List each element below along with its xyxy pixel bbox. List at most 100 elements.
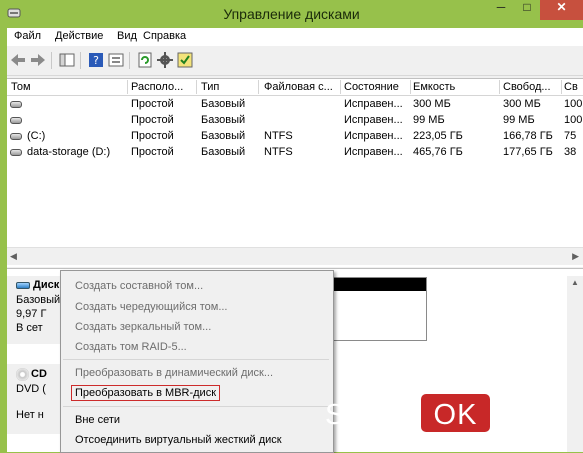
- toolbar-separator: [80, 52, 81, 69]
- cd-drive-icon: [16, 368, 29, 381]
- volume-layout: Простой: [131, 98, 174, 110]
- column-header-layout[interactable]: Располо...: [131, 81, 195, 93]
- menu-item-convert-to-mbr[interactable]: Преобразовать в MBR-диск: [71, 385, 221, 401]
- volume-capacity: 465,76 ГБ: [413, 146, 463, 158]
- volume-list-header: Том Располо... Тип Файловая с... Состоян…: [7, 79, 583, 96]
- refresh-icon[interactable]: [136, 51, 154, 69]
- volume-capacity: 223,05 ГБ: [413, 130, 463, 142]
- volume-free-percent: 100: [564, 98, 583, 110]
- toolbar-separator: [51, 52, 52, 69]
- volume-disk-icon: [10, 133, 22, 140]
- title-bar: Управление дисками ─ □ ✕: [0, 0, 583, 28]
- volume-free: 177,65 ГБ: [503, 146, 553, 158]
- menu-item-offline[interactable]: Вне сети: [75, 414, 120, 426]
- context-menu: Создать составной том... Создать чередую…: [60, 270, 334, 453]
- volume-filesystem: NTFS: [264, 130, 293, 142]
- disk-6-status: В сет: [16, 322, 43, 334]
- volume-free: 300 МБ: [503, 98, 541, 110]
- volume-name: (C:): [27, 130, 46, 142]
- volume-status: Исправен...: [344, 130, 403, 142]
- vertical-scrollbar[interactable]: ▲: [567, 276, 583, 452]
- menu-view[interactable]: Вид: [117, 30, 137, 42]
- menu-action[interactable]: Действие: [55, 30, 103, 42]
- help-icon[interactable]: ?: [87, 51, 105, 69]
- watermark-left: SOFT-: [325, 399, 416, 431]
- menu-item-create-mirrored-volume[interactable]: Создать зеркальный том...: [75, 321, 211, 333]
- check-list-icon[interactable]: [176, 51, 194, 69]
- volume-free: 99 МБ: [503, 114, 535, 126]
- toolbar: ?: [7, 47, 583, 76]
- menu-item-create-striped-volume[interactable]: Создать чередующийся том...: [75, 301, 228, 313]
- cdrom-status: Нет н: [16, 409, 44, 421]
- close-button[interactable]: ✕: [540, 0, 583, 20]
- menu-separator: [63, 359, 329, 360]
- volume-row[interactable]: (C:) Простой Базовый NTFS Исправен... 22…: [7, 129, 583, 145]
- volume-free: 166,78 ГБ: [503, 130, 553, 142]
- column-separator: [196, 80, 197, 94]
- console-tree-icon[interactable]: [58, 51, 76, 69]
- column-separator: [499, 80, 500, 94]
- menu-item-convert-to-dynamic[interactable]: Преобразовать в динамический диск...: [75, 367, 273, 379]
- column-separator: [127, 80, 128, 94]
- properties-view-icon[interactable]: [107, 51, 125, 69]
- disk-6-type: Базовый: [16, 294, 61, 306]
- volume-status: Исправен...: [344, 146, 403, 158]
- menu-item-create-spanned-volume[interactable]: Создать составной том...: [75, 280, 203, 292]
- volume-list: Том Располо... Тип Файловая с... Состоян…: [7, 78, 583, 267]
- volume-disk-icon: [10, 117, 22, 124]
- volume-name: data-storage (D:): [27, 146, 111, 158]
- volume-type: Базовый: [201, 146, 246, 158]
- watermark-mid: OK: [433, 399, 478, 431]
- column-separator: [410, 80, 411, 94]
- cdrom-type: DVD (: [16, 383, 46, 395]
- volume-row[interactable]: Простой Базовый Исправен... 99 МБ 99 МБ …: [7, 113, 583, 129]
- menu-separator: [63, 406, 329, 407]
- minimize-button[interactable]: ─: [488, 0, 514, 20]
- menu-item-detach-vhd[interactable]: Отсоединить виртуальный жесткий диск: [75, 434, 282, 446]
- column-header-status[interactable]: Состояние: [344, 81, 409, 93]
- column-header-type[interactable]: Тип: [201, 81, 256, 93]
- scroll-up-arrow-icon[interactable]: ▲: [571, 278, 579, 287]
- disk-icon: [16, 282, 30, 289]
- scroll-right-arrow-icon[interactable]: ▶: [572, 251, 579, 262]
- volume-disk-icon: [10, 101, 22, 108]
- volume-row[interactable]: data-storage (D:) Простой Базовый NTFS И…: [7, 145, 583, 161]
- volume-free-percent: 75: [564, 130, 577, 142]
- scroll-left-arrow-icon[interactable]: ◀: [10, 251, 17, 262]
- volume-free-percent: 38: [564, 146, 577, 158]
- volume-type: Базовый: [201, 114, 246, 126]
- menu-file[interactable]: Файл: [14, 30, 41, 42]
- disk-6-size: 9,97 Г: [16, 308, 47, 320]
- volume-disk-icon: [10, 149, 22, 156]
- volume-status: Исправен...: [344, 114, 403, 126]
- watermark-badge: OK: [421, 394, 490, 432]
- horizontal-scrollbar[interactable]: ◀ ▶: [7, 247, 583, 265]
- volume-layout: Простой: [131, 130, 174, 142]
- maximize-button[interactable]: □: [514, 0, 540, 20]
- column-header-volume[interactable]: Том: [11, 81, 126, 93]
- forward-arrow-icon[interactable]: [29, 51, 47, 69]
- volume-row[interactable]: Простой Базовый Исправен... 300 МБ 300 М…: [7, 97, 583, 113]
- column-header-capacity[interactable]: Емкость: [413, 81, 498, 93]
- column-separator: [258, 80, 259, 94]
- watermark-right: .NET: [495, 399, 566, 431]
- cdrom-name: CD: [31, 368, 47, 380]
- volume-layout: Простой: [131, 114, 174, 126]
- svg-text:?: ?: [93, 54, 99, 67]
- menu-item-create-raid5-volume[interactable]: Создать том RAID-5...: [75, 341, 187, 353]
- column-header-filesystem[interactable]: Файловая с...: [264, 81, 339, 93]
- menu-help[interactable]: Справка: [143, 30, 186, 42]
- volume-capacity: 300 МБ: [413, 98, 451, 110]
- volume-type: Базовый: [201, 98, 246, 110]
- volume-free-percent: 100: [564, 114, 583, 126]
- menu-bar: Файл Действие Вид Справка: [7, 28, 583, 46]
- column-header-free[interactable]: Свобод...: [503, 81, 560, 93]
- column-separator: [340, 80, 341, 94]
- back-arrow-icon[interactable]: [9, 51, 27, 69]
- volume-filesystem: NTFS: [264, 146, 293, 158]
- volume-capacity: 99 МБ: [413, 114, 445, 126]
- volume-type: Базовый: [201, 130, 246, 142]
- column-separator: [561, 80, 562, 94]
- settings-gear-icon[interactable]: [156, 51, 174, 69]
- column-header-free-percent[interactable]: Св: [564, 81, 583, 93]
